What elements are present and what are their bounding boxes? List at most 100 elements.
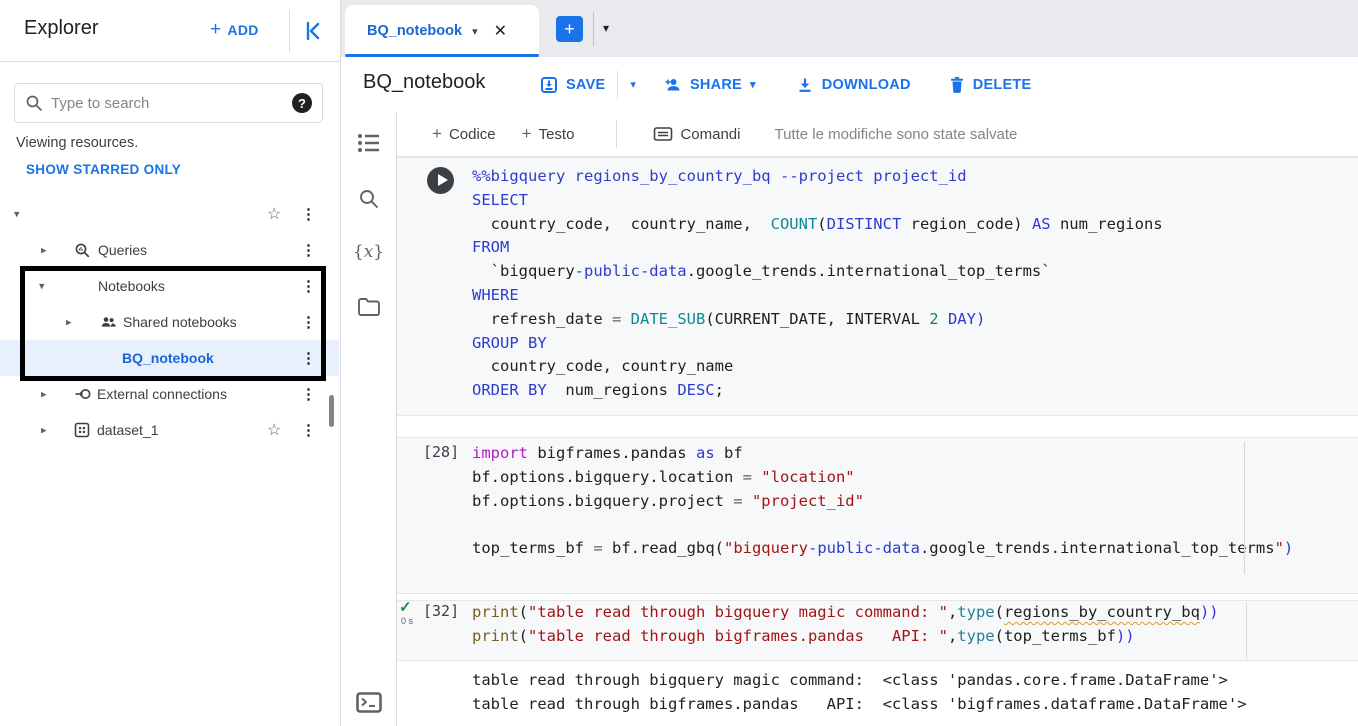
download-icon — [796, 76, 814, 94]
queries-icon — [74, 242, 90, 258]
plus-icon: + — [432, 124, 442, 144]
delete-button-label: DELETE — [973, 77, 1032, 93]
chevron-right-icon[interactable]: ▸ — [41, 424, 47, 437]
tab-close-icon[interactable]: ✕ — [494, 21, 507, 41]
tree-label-shared-notebooks: Shared notebooks — [123, 314, 237, 330]
tree-row-notebooks[interactable]: ▾ Notebooks ⋮ — [0, 268, 339, 304]
code-editor[interactable]: import bigframes.pandas as bf bf.options.… — [472, 438, 1350, 561]
kebab-menu-icon[interactable]: ⋮ — [301, 241, 316, 259]
star-icon[interactable]: ☆ — [267, 420, 281, 440]
help-icon[interactable]: ? — [292, 93, 312, 113]
chevron-down-icon[interactable]: ▾ — [39, 280, 45, 293]
code-line: table read through bigquery magic comman… — [472, 669, 1350, 693]
kebab-menu-icon[interactable]: ⋮ — [301, 277, 316, 295]
person-add-icon — [662, 76, 682, 94]
add-text-label: Testo — [539, 126, 575, 143]
code-line: refresh_date = DATE_SUB(CURRENT_DATE, IN… — [472, 308, 1350, 332]
cell-divider-line — [1246, 603, 1247, 659]
tree-row-bq-notebook[interactable]: BQ_notebook ⋮ — [0, 340, 339, 376]
run-cell-button[interactable] — [427, 167, 454, 194]
tab-label: BQ_notebook — [367, 23, 462, 39]
code-cell-sql[interactable]: %%bigquery regions_by_country_bq --proje… — [397, 157, 1358, 416]
explorer-title: Explorer — [24, 17, 98, 40]
code-line: %%bigquery regions_by_country_bq --proje… — [472, 165, 1350, 189]
notebooks-icon — [74, 278, 90, 294]
kebab-menu-icon[interactable]: ⋮ — [301, 205, 316, 223]
code-line: country_code, country_name, COUNT(DISTIN… — [472, 213, 1350, 237]
find-replace-icon[interactable] — [358, 188, 380, 210]
tab-dropdown-caret-icon[interactable]: ▾ — [472, 25, 478, 38]
tree-row-queries[interactable]: ▸ Queries ⋮ — [0, 232, 339, 268]
share-button[interactable]: SHARE ▾ — [662, 76, 756, 94]
tree-row-shared-notebooks[interactable]: ▸ Shared notebooks ⋮ — [0, 304, 339, 340]
code-line — [472, 513, 1350, 537]
tabstrip-divider — [593, 12, 594, 46]
code-cell-print[interactable]: ✓ 0 s [32] print("table read through big… — [397, 600, 1358, 661]
add-button-label: ADD — [227, 22, 258, 38]
kebab-menu-icon[interactable]: ⋮ — [301, 349, 316, 367]
tree-row-project[interactable]: ▾ ☆ ⋮ — [0, 196, 339, 232]
code-line: bf.options.bigquery.project = "project_i… — [472, 490, 1350, 514]
chevron-down-icon[interactable]: ▾ — [14, 208, 20, 221]
code-line: import bigframes.pandas as bf — [472, 442, 1350, 466]
external-connections-icon — [74, 386, 90, 402]
header-divider — [289, 10, 290, 52]
download-button-label: DOWNLOAD — [822, 77, 911, 93]
kebab-menu-icon[interactable]: ⋮ — [301, 385, 316, 403]
search-input[interactable] — [51, 95, 284, 112]
collapse-panel-icon[interactable] — [301, 19, 325, 43]
output-text: table read through bigquery magic comman… — [472, 663, 1350, 717]
bigquery-studio-app: Explorer + ADD ? Viewing resources. SHOW… — [0, 0, 1358, 726]
chevron-right-icon[interactable]: ▸ — [41, 244, 47, 257]
tree-label-queries: Queries — [98, 242, 147, 258]
kebab-menu-icon[interactable]: ⋮ — [301, 313, 316, 331]
plus-icon: + — [210, 20, 221, 39]
terminal-icon[interactable] — [356, 692, 382, 713]
save-button[interactable]: SAVE — [540, 76, 605, 94]
variables-icon[interactable]: {x} — [353, 242, 384, 262]
add-code-label: Codice — [449, 126, 496, 143]
star-icon[interactable]: ☆ — [267, 204, 281, 224]
show-starred-only-link[interactable]: SHOW STARRED ONLY — [26, 162, 181, 177]
search-box[interactable]: ? — [14, 83, 323, 123]
new-tab-button[interactable]: + — [556, 16, 583, 42]
code-line: country_code, country_name — [472, 355, 1350, 379]
notebook-title: BQ_notebook — [363, 71, 485, 94]
code-line: WHERE — [472, 284, 1350, 308]
share-button-label: SHARE — [690, 77, 742, 93]
share-dropdown-icon[interactable]: ▾ — [750, 78, 756, 91]
kebab-menu-icon[interactable]: ⋮ — [301, 421, 316, 439]
chevron-right-icon[interactable]: ▸ — [41, 388, 47, 401]
tree-label-external-connections: External connections — [97, 386, 227, 402]
code-cell-bigframes[interactable]: [28] import bigframes.pandas as bfbf.opt… — [397, 437, 1358, 594]
tree-label-bq-notebook: BQ_notebook — [122, 350, 214, 366]
add-button[interactable]: + ADD — [210, 20, 259, 39]
tab-bq-notebook[interactable]: BQ_notebook ▾ ✕ — [345, 5, 539, 57]
table-of-contents-icon[interactable] — [357, 132, 381, 154]
tree-row-dataset[interactable]: ▸ dataset_1 ☆ ⋮ — [0, 412, 339, 448]
code-editor[interactable]: %%bigquery regions_by_country_bq --proje… — [472, 158, 1350, 403]
tab-strip: BQ_notebook ▾ ✕ + ▾ — [341, 0, 1358, 57]
code-line: print("table read through bigquery magic… — [472, 601, 1350, 625]
new-tab-dropdown-icon[interactable]: ▾ — [603, 21, 609, 35]
download-button[interactable]: DOWNLOAD — [796, 76, 911, 94]
toolbar-divider — [616, 120, 617, 148]
code-line: FROM — [472, 236, 1350, 260]
tree-label-dataset: dataset_1 — [97, 422, 159, 438]
files-folder-icon[interactable] — [357, 297, 381, 317]
cell-divider-line — [1244, 442, 1245, 574]
tree-row-external-connections[interactable]: ▸ External connections ⋮ — [0, 376, 339, 412]
code-editor[interactable]: print("table read through bigquery magic… — [472, 601, 1350, 649]
explorer-sidebar: Explorer + ADD ? Viewing resources. SHOW… — [0, 0, 341, 726]
execution-count: [32] — [423, 602, 459, 620]
viewing-resources-text: Viewing resources. — [16, 135, 138, 151]
code-line: print("table read through bigframes.pand… — [472, 625, 1350, 649]
save-dropdown-icon[interactable]: ▾ — [630, 78, 636, 91]
add-text-cell-button[interactable]: + Testo — [522, 124, 575, 144]
chevron-right-icon[interactable]: ▸ — [66, 316, 72, 329]
commands-button[interactable]: Comandi — [653, 126, 740, 143]
sidebar-scrollbar[interactable] — [329, 395, 334, 427]
delete-button[interactable]: DELETE — [949, 76, 1032, 94]
add-code-cell-button[interactable]: + Codice — [432, 124, 496, 144]
dataset-icon — [74, 422, 90, 438]
